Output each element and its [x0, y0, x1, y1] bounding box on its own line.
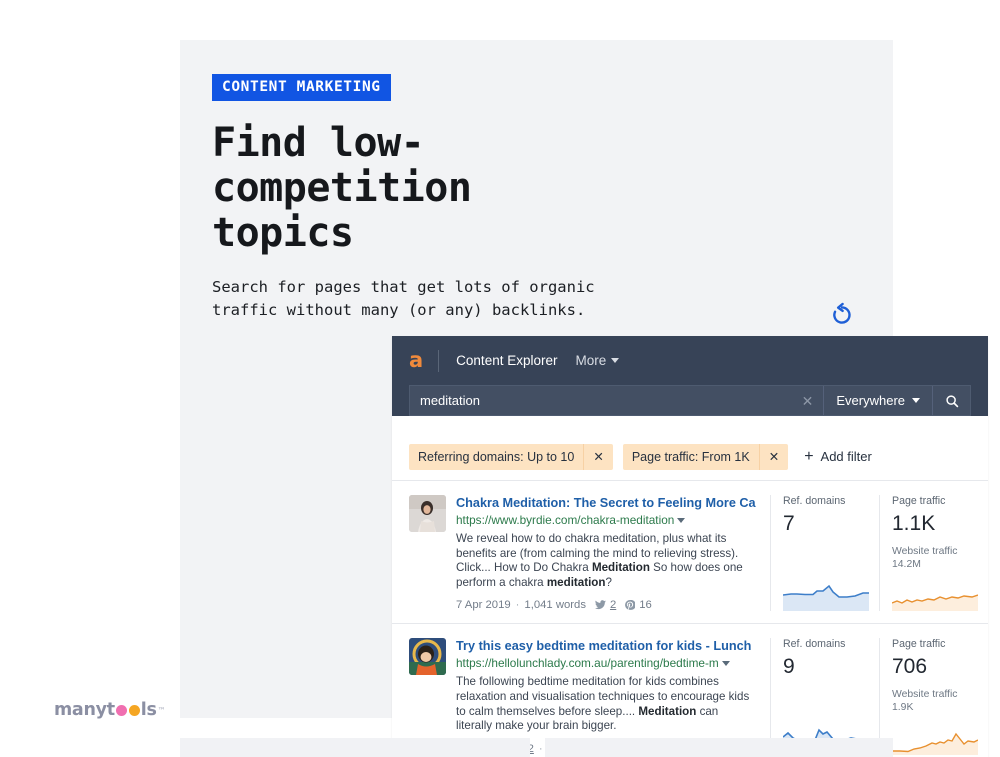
chevron-down-icon — [611, 358, 620, 363]
website-traffic-block: Website traffic 14.2M — [892, 545, 976, 571]
pinterest-count: 16 — [639, 599, 652, 612]
metric-value: 706 — [892, 655, 928, 679]
nav-item-more[interactable]: More — [575, 353, 620, 368]
search-input-value: meditation — [420, 393, 480, 408]
nav-more-label: More — [575, 353, 607, 368]
metric-value: 7 — [783, 512, 795, 535]
result-row: Chakra Meditation: The Secret to Feeling… — [392, 481, 988, 625]
twitter-shares: 2 — [594, 599, 617, 612]
search-icon — [945, 394, 958, 407]
result-snippet: The following bedtime meditation for kid… — [456, 675, 750, 733]
result-url-text: https://www.byrdie.com/chakra-meditation — [456, 513, 675, 527]
metric-label: Page traffic — [892, 495, 946, 507]
manytools-logo[interactable]: manyt ls ™ — [54, 700, 166, 720]
chevron-down-icon[interactable] — [677, 518, 686, 523]
result-url-text: https://hellolunchlady.com.au/parenting/… — [456, 656, 719, 671]
metric-label: Page traffic — [892, 638, 946, 651]
metric-page-traffic: Page traffic 1.1K Website traffic 14.2M — [879, 495, 988, 612]
filter-bar: Referring domains: Up to 10 ✕ Page traff… — [392, 433, 988, 481]
clear-search-icon[interactable]: ✕ — [802, 394, 814, 408]
result-title-link[interactable]: Try this easy bedtime meditation for kid… — [456, 638, 756, 654]
result-title-link[interactable]: Chakra Meditation: The Secret to Feeling… — [456, 495, 756, 511]
ref-domains-sparkline — [783, 585, 869, 612]
app-navbar: a Content Explorer More — [392, 336, 988, 385]
logo-dot-orange-icon — [128, 704, 140, 716]
search-scope-dropdown[interactable]: Everywhere — [823, 386, 932, 415]
result-url[interactable]: https://www.byrdie.com/chakra-meditation — [456, 512, 756, 528]
logo-text-pre: manyt — [54, 700, 115, 720]
add-filter-label: Add filter — [820, 449, 872, 464]
content-panel: CONTENT MARKETING Find low-competition t… — [180, 40, 988, 757]
filter-chip-label: Page traffic: From 1K — [631, 449, 750, 464]
search-scope-label: Everywhere — [836, 393, 905, 408]
twitter-icon — [594, 600, 606, 610]
nav-divider — [438, 349, 440, 372]
logo-text-post: ls — [140, 700, 157, 720]
result-date: 7 Apr 2019 — [456, 599, 511, 612]
app-window: a Content Explorer More meditation ✕ Eve… — [392, 336, 988, 757]
result-thumbnail — [409, 495, 446, 532]
twitter-count: 2 — [609, 599, 617, 612]
result-text: Chakra Meditation: The Secret to Feeling… — [456, 495, 756, 611]
refresh-counterclockwise-icon — [833, 302, 851, 324]
website-traffic-value: 1.9K — [892, 702, 914, 714]
remove-filter-icon[interactable]: ✕ — [758, 443, 788, 470]
plus-icon: + — [804, 447, 814, 465]
filter-chip-referring-domains[interactable]: Referring domains: Up to 10 ✕ — [409, 443, 613, 470]
result-main: Chakra Meditation: The Secret to Feeling… — [392, 495, 770, 611]
chevron-down-icon[interactable] — [721, 661, 730, 667]
placeholder-block-left — [180, 738, 530, 757]
metric-value: 9 — [783, 655, 795, 679]
filter-chip-page-traffic[interactable]: Page traffic: From 1K ✕ — [622, 443, 789, 470]
page-title: Find low-competition topics — [212, 120, 472, 256]
result-thumbnail — [409, 638, 446, 676]
reset-button[interactable] — [825, 298, 859, 332]
pinterest-shares: 16 — [625, 599, 652, 611]
illustration-child-sleeping-icon — [409, 638, 446, 676]
search-input[interactable]: meditation ✕ — [410, 386, 823, 415]
website-traffic-sparkline — [892, 732, 978, 755]
logo-dot-pink-icon — [115, 704, 127, 716]
hero-section: CONTENT MARKETING Find low-competition t… — [212, 74, 852, 322]
meta-separator: · — [538, 742, 543, 755]
result-url[interactable]: https://hellolunchlady.com.au/parenting/… — [456, 655, 756, 671]
metric-label: Ref. domains — [783, 638, 846, 651]
page-subtitle: Search for pages that get lots of organi… — [212, 278, 595, 319]
category-badge: CONTENT MARKETING — [212, 74, 391, 101]
logo-trademark: ™ — [157, 705, 166, 715]
ahrefs-logo[interactable]: a — [409, 350, 423, 371]
website-traffic-label: Website traffic — [892, 546, 958, 557]
add-filter-button[interactable]: + Add filter — [804, 447, 872, 465]
chevron-down-icon — [912, 398, 920, 403]
result-meta: 7 Apr 2019 · 1,041 words 2 16 — [456, 599, 756, 611]
pinterest-icon — [625, 600, 636, 611]
website-traffic-value: 14.2M — [892, 559, 921, 570]
website-traffic-sparkline — [892, 594, 978, 612]
result-snippet: We reveal how to do chakra meditation, p… — [456, 532, 743, 589]
metric-ref-domains: Ref. domains 7 — [770, 495, 879, 612]
filter-chip-label: Referring domains: Up to 10 — [418, 449, 575, 464]
placeholder-block-right — [545, 738, 893, 757]
app-topbar: a Content Explorer More meditation ✕ Eve… — [392, 336, 988, 416]
search-submit-button[interactable] — [932, 386, 970, 415]
metric-value: 1.1K — [892, 512, 936, 535]
metric-label: Ref. domains — [783, 495, 846, 507]
website-traffic-block: Website traffic 1.9K — [892, 688, 976, 714]
meta-separator: · — [515, 599, 520, 612]
website-traffic-label: Website traffic — [892, 689, 958, 701]
nav-item-content-explorer[interactable]: Content Explorer — [456, 353, 557, 368]
result-word-count: 1,041 words — [524, 599, 586, 612]
screenshot-root: CONTENT MARKETING Find low-competition t… — [0, 0, 1000, 757]
metric-page-traffic: Page traffic 706 Website traffic 1.9K — [879, 638, 988, 755]
photo-woman-meditating-icon — [409, 495, 446, 532]
remove-filter-icon[interactable]: ✕ — [583, 443, 612, 470]
search-bar: meditation ✕ Everywhere — [409, 385, 971, 416]
